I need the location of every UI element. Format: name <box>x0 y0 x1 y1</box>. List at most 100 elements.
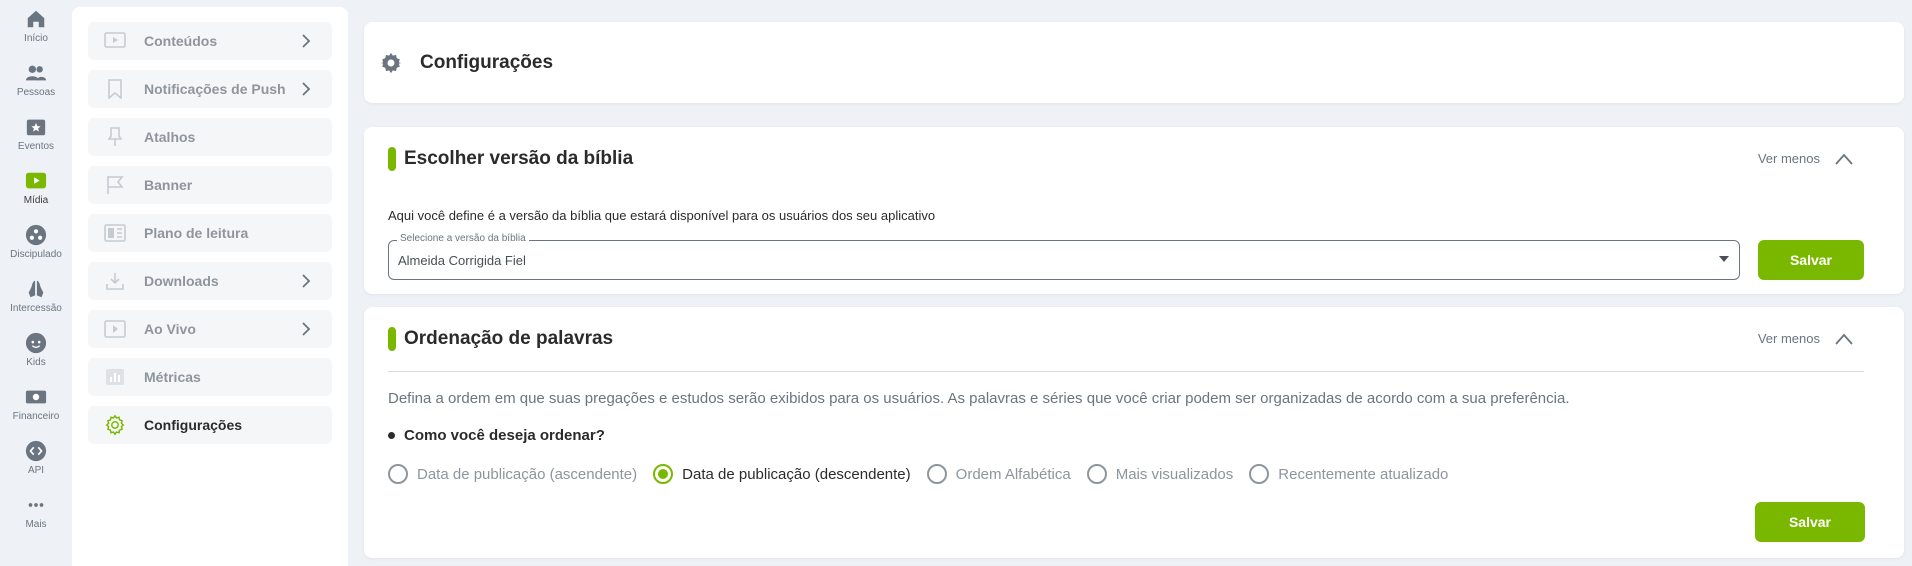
radio-alphabetical[interactable]: Ordem Alfabética <box>926 464 1071 484</box>
page-header: Configurações <box>364 22 1904 103</box>
people-icon <box>25 65 47 81</box>
sidebar-item-conteudos[interactable]: Conteúdos <box>88 22 332 60</box>
sidebar-item-label: Configurações <box>144 417 243 433</box>
nav-item-eventos[interactable]: Eventos <box>0 116 72 152</box>
media-sidebar: Conteúdos Notificações de Push Atalhos B… <box>72 7 348 566</box>
nav-item-label: Discipulado <box>10 249 62 260</box>
nav-item-midia[interactable]: Mídia <box>0 170 72 206</box>
bar-chart-icon <box>104 366 126 388</box>
code-icon <box>25 440 47 462</box>
live-play-icon <box>104 318 126 340</box>
sidebar-item-label: Banner <box>144 177 193 193</box>
radio-recently-updated[interactable]: Recentemente atualizado <box>1249 464 1448 484</box>
section-description: Defina a ordem em que suas pregações e e… <box>388 390 1570 407</box>
page-title: Configurações <box>420 52 554 73</box>
section-title: Ordenação de palavras <box>404 328 614 349</box>
chevron-right-icon <box>302 274 311 288</box>
section-description: Aqui você define é a versão da bíblia qu… <box>388 208 936 223</box>
radio-label: Data de publicação (descendente) <box>682 465 911 483</box>
chevron-right-icon <box>302 322 311 336</box>
section-title: Escolher versão da bíblia <box>404 148 634 169</box>
nav-item-discipulado[interactable]: Discipulado <box>0 224 72 260</box>
kid-face-icon <box>25 332 47 354</box>
nav-item-pessoas[interactable]: Pessoas <box>0 62 72 98</box>
main-nav-rail: Início Pessoas Eventos Mídia Discipulado… <box>0 0 72 566</box>
nav-item-mais[interactable]: Mais <box>0 494 72 530</box>
radio-circle[interactable] <box>1086 464 1107 484</box>
radio-circle[interactable] <box>388 464 408 484</box>
nav-item-label: Financeiro <box>12 411 60 422</box>
nav-item-label: Mais <box>25 519 47 530</box>
collapse-toggle-label: Ver menos <box>1757 151 1820 166</box>
word-ordering-section: Ordenação de palavras Ver menos Defina a… <box>364 307 1904 558</box>
dropdown-caret-icon <box>1719 256 1729 262</box>
bookmark-icon <box>104 78 126 100</box>
sidebar-item-notificacoes[interactable]: Notificações de Push <box>88 70 332 108</box>
discipleship-icon <box>25 224 47 246</box>
nav-item-label: Pessoas <box>16 87 56 98</box>
nav-item-label: Kids <box>26 357 46 368</box>
order-question-label: Como você deseja ordenar? <box>404 427 605 444</box>
sidebar-item-ao-vivo[interactable]: Ao Vivo <box>88 310 332 348</box>
more-dots-icon <box>28 503 44 507</box>
pin-icon <box>104 126 126 148</box>
bullet-icon <box>388 432 395 439</box>
save-bible-button[interactable]: Salvar <box>1758 240 1864 280</box>
order-radio-group: Data de publicação (ascendente) Data de … <box>388 464 1464 484</box>
section-accent-bar <box>388 327 396 351</box>
nav-item-api[interactable]: API <box>0 440 72 476</box>
bible-version-select[interactable]: Selecione a versão da bíblia Almeida Cor… <box>388 233 1740 280</box>
chevron-right-icon <box>302 34 311 48</box>
video-icon <box>104 30 126 52</box>
sidebar-item-label: Plano de leitura <box>144 225 249 241</box>
radio-most-viewed[interactable]: Mais visualizados <box>1086 464 1234 484</box>
nav-item-label: Eventos <box>17 141 55 152</box>
section-accent-bar <box>388 147 396 171</box>
select-value: Almeida Corrigida Fiel <box>398 253 526 268</box>
gear-icon <box>104 414 126 436</box>
play-square-icon <box>25 172 47 189</box>
money-icon <box>25 390 47 404</box>
radio-label: Ordem Alfabética <box>955 465 1071 483</box>
sidebar-item-plano-leitura[interactable]: Plano de leitura <box>88 214 332 252</box>
reading-plan-icon <box>104 222 126 244</box>
radio-publish-asc[interactable]: Data de publicação (ascendente) <box>388 464 637 484</box>
sidebar-item-label: Atalhos <box>144 129 196 145</box>
calendar-star-icon <box>26 119 46 136</box>
radio-publish-desc[interactable]: Data de publicação (descendente) <box>653 464 911 484</box>
sidebar-item-metricas[interactable]: Métricas <box>88 358 332 396</box>
sidebar-item-downloads[interactable]: Downloads <box>88 262 332 300</box>
collapse-toggle-label: Ver menos <box>1757 331 1820 346</box>
sidebar-item-label: Notificações de Push <box>144 81 286 97</box>
praying-hands-icon <box>28 280 44 298</box>
sidebar-item-configuracoes[interactable]: Configurações <box>88 406 332 444</box>
radio-label: Recentemente atualizado <box>1278 465 1449 483</box>
sidebar-item-atalhos[interactable]: Atalhos <box>88 118 332 156</box>
sidebar-item-label: Ao Vivo <box>144 321 196 337</box>
radio-circle[interactable] <box>653 464 674 484</box>
sidebar-item-label: Conteúdos <box>144 33 218 49</box>
sidebar-item-banner[interactable]: Banner <box>88 166 332 204</box>
collapse-toggle[interactable]: Ver menos <box>1758 331 1854 346</box>
flag-icon <box>104 174 126 196</box>
chevron-up-icon <box>1835 153 1853 165</box>
nav-item-label: Intercessão <box>10 303 62 314</box>
nav-item-label: Início <box>24 33 48 44</box>
save-order-button[interactable]: Salvar <box>1755 502 1865 542</box>
nav-item-inicio[interactable]: Início <box>0 8 72 44</box>
nav-item-kids[interactable]: Kids <box>0 332 72 368</box>
chevron-right-icon <box>302 82 311 96</box>
collapse-toggle[interactable]: Ver menos <box>1758 151 1854 166</box>
chevron-up-icon <box>1835 333 1853 345</box>
select-label: Selecione a versão da bíblia <box>397 233 529 244</box>
nav-item-intercessao[interactable]: Intercessão <box>0 278 72 314</box>
download-icon <box>104 270 126 292</box>
radio-circle[interactable] <box>926 464 947 484</box>
radio-circle[interactable] <box>1249 464 1270 484</box>
nav-item-label: API <box>27 465 45 476</box>
radio-label: Mais visualizados <box>1115 465 1234 483</box>
bible-version-section: Escolher versão da bíblia Ver menos Aqui… <box>364 127 1904 294</box>
nav-item-label: Mídia <box>23 195 49 206</box>
nav-item-financeiro[interactable]: Financeiro <box>0 386 72 422</box>
radio-label: Data de publicação (ascendente) <box>417 465 638 483</box>
